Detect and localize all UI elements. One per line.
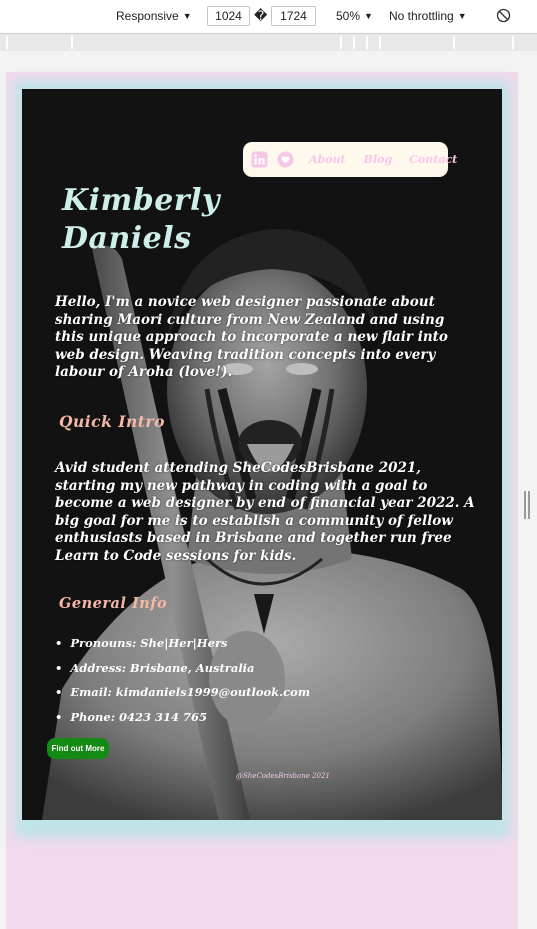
find-out-more-button[interactable]: Find out More xyxy=(47,738,109,759)
linkedin-icon[interactable] xyxy=(251,151,268,168)
name-last: Daniels xyxy=(62,221,192,256)
device-label: Responsive xyxy=(116,9,179,23)
nav-link-blog[interactable]: Blog xyxy=(364,153,393,166)
zoom-select[interactable]: 50% ▼ xyxy=(336,9,373,23)
chevron-down-icon: ▼ xyxy=(457,11,467,21)
list-item-email: Email: kimdaniels1999@outlook.com xyxy=(55,680,310,705)
height-input[interactable]: 1724 xyxy=(271,6,316,26)
rotate-icon xyxy=(496,8,511,23)
nav-link-about[interactable]: About xyxy=(309,153,346,166)
quick-intro-heading: Quick Intro xyxy=(59,412,165,431)
general-info-list: Pronouns: She|Her|Hers Address: Brisbane… xyxy=(55,631,310,729)
media-query-ruler[interactable] xyxy=(0,33,537,52)
footer-credit: @SheCodesBrisbane 2021 xyxy=(236,772,330,780)
list-item-pronouns: Pronouns: She|Her|Hers xyxy=(55,631,310,656)
page-title: Kimberly Daniels xyxy=(62,182,220,258)
rotate-button[interactable] xyxy=(496,8,511,23)
list-item-phone: Phone: 0423 314 765 xyxy=(55,705,310,730)
resize-handle[interactable] xyxy=(524,491,530,519)
nav-link-contact[interactable]: Contact xyxy=(409,153,457,166)
list-item-address: Address: Brisbane, Australia xyxy=(55,656,310,681)
name-first: Kimberly xyxy=(62,183,220,218)
hero-section: About Blog Contact Kimberly Daniels Hell… xyxy=(22,89,502,820)
zoom-label: 50% xyxy=(336,9,361,23)
quick-intro-paragraph: Avid student attending SheCodesBrisbane … xyxy=(55,460,475,564)
chevron-down-icon: ▼ xyxy=(364,11,373,21)
throttle-select[interactable]: No throttling ▼ xyxy=(389,9,467,23)
dimension-separator: � xyxy=(254,8,268,23)
heart-icon[interactable] xyxy=(277,151,294,168)
throttle-label: No throttling xyxy=(389,9,454,23)
devtools-device-toolbar: Responsive ▼ 1024 � 1724 50% ▼ No thrott… xyxy=(0,0,537,33)
top-nav: About Blog Contact xyxy=(243,142,457,177)
intro-paragraph: Hello, I'm a novice web designer passion… xyxy=(55,294,448,380)
page-body: About Blog Contact Kimberly Daniels Hell… xyxy=(6,72,518,929)
chevron-down-icon: ▼ xyxy=(182,11,192,21)
width-input[interactable]: 1024 xyxy=(207,6,250,26)
device-select[interactable]: Responsive ▼ xyxy=(116,9,192,23)
general-info-heading: General Info xyxy=(59,595,168,612)
